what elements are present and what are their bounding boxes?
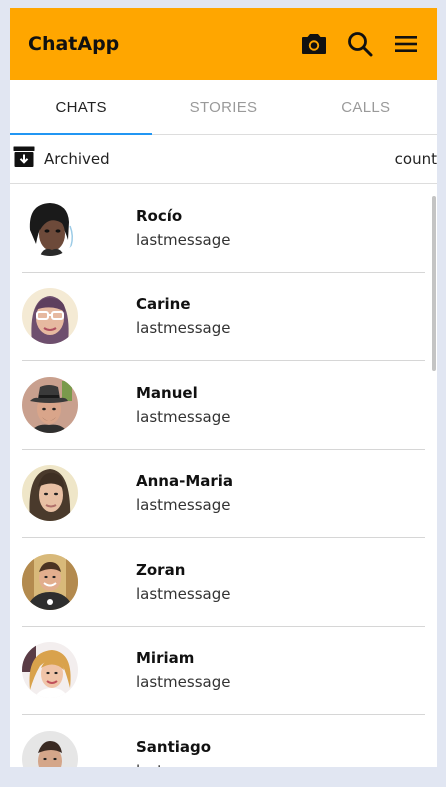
app-bar: ChatApp <box>10 8 437 80</box>
chat-item-miriam[interactable]: Miriam lastmessage <box>22 627 425 715</box>
menu-icon[interactable] <box>393 31 419 57</box>
archive-icon <box>13 146 35 172</box>
avatar <box>22 553 78 610</box>
avatar <box>22 465 78 522</box>
chat-name: Carine <box>136 295 191 314</box>
chat-last-message: lastmessage <box>136 230 231 249</box>
chat-name: Santiago <box>136 737 212 756</box>
tab-calls[interactable]: CALLS <box>295 80 437 134</box>
tab-chats[interactable]: CHATS <box>10 80 153 135</box>
archived-count: count <box>394 150 437 168</box>
archived-label: Archived <box>44 150 110 168</box>
tab-stories[interactable]: STORIES <box>152 80 294 134</box>
avatar <box>22 199 78 256</box>
scrollbar[interactable] <box>432 196 436 371</box>
search-icon[interactable] <box>347 31 373 57</box>
app-title: ChatApp <box>28 33 120 55</box>
chat-last-message: lastmessage <box>136 673 231 692</box>
avatar <box>22 376 78 433</box>
phone-screen: ChatApp CHATS STORIES CALLS Archived cou… <box>10 8 437 767</box>
app-bar-actions <box>301 31 419 57</box>
chat-item-carine[interactable]: Carine lastmessage <box>22 273 425 361</box>
chat-last-message: lastmessage <box>136 762 230 767</box>
chat-list[interactable]: Rocío lastmessage Carine lastmessage Man… <box>10 184 437 767</box>
chat-item-anna-maria[interactable]: Anna-Maria lastmessage <box>22 450 425 538</box>
chat-name: Rocío <box>136 206 183 225</box>
chat-item-rocio[interactable]: Rocío lastmessage <box>22 184 425 273</box>
tab-bar: CHATS STORIES CALLS <box>10 80 437 135</box>
chat-name: Zoran <box>136 560 186 579</box>
avatar <box>22 642 78 699</box>
chat-item-manuel[interactable]: Manuel lastmessage <box>22 361 425 450</box>
chat-last-message: lastmessage <box>136 496 231 515</box>
chat-item-santiago[interactable]: Santiago lastmessage <box>22 715 425 767</box>
chat-last-message: lastmessage <box>136 319 231 338</box>
chat-last-message: lastmessage <box>136 407 231 426</box>
chat-name: Manuel <box>136 383 198 402</box>
chat-name: Anna-Maria <box>136 472 234 491</box>
avatar <box>22 288 78 345</box>
avatar <box>22 730 78 767</box>
archived-row[interactable]: Archived count <box>10 135 437 184</box>
chat-item-zoran[interactable]: Zoran lastmessage <box>22 538 425 627</box>
chat-name: Miriam <box>136 649 195 668</box>
camera-icon[interactable] <box>301 31 327 57</box>
chat-last-message: lastmessage <box>136 584 231 603</box>
